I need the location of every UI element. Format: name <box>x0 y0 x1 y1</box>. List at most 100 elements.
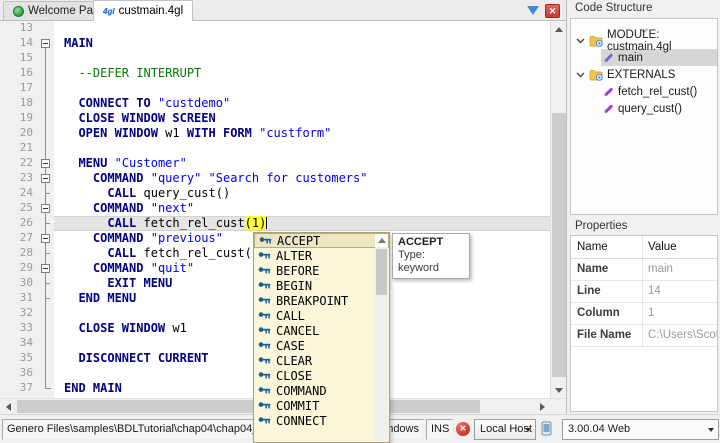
fold-marker <box>38 186 54 201</box>
code-token: CALL <box>107 246 136 260</box>
scroll-right-icon[interactable] <box>534 399 550 415</box>
host-selector[interactable]: Local Host <box>474 419 536 440</box>
tab-label: custmain.4gl <box>119 5 184 17</box>
close-tab-icon[interactable]: ✕ <box>545 4 560 18</box>
fold-marker[interactable] <box>38 201 54 216</box>
fold-marker[interactable] <box>38 261 54 276</box>
completion-item[interactable]: CLEAR <box>254 353 389 368</box>
line-number: 15 <box>0 51 38 66</box>
fold-marker[interactable] <box>38 231 54 246</box>
fold-marker[interactable] <box>38 156 54 171</box>
code-line[interactable]: 25 COMMAND "next" <box>0 201 550 216</box>
tab-custmain-4gl[interactable]: 4gl custmain.4gl <box>93 0 193 21</box>
horizontal-scroll-thumb[interactable] <box>17 400 480 413</box>
completion-item[interactable]: CONNECT <box>254 413 389 428</box>
code-token <box>64 246 107 260</box>
code-line[interactable]: 19 CLOSE WINDOW SCREEN <box>0 111 550 126</box>
error-icon[interactable]: ✕ <box>456 422 470 436</box>
code-line[interactable]: 20 OPEN WINDOW w1 WITH FORM "custform" <box>0 126 550 141</box>
code-token <box>64 126 78 140</box>
fold-marker <box>38 246 54 261</box>
key-icon <box>258 339 271 353</box>
line-number: 36 <box>0 366 38 381</box>
code-token: query_cust() <box>136 186 230 200</box>
expander-chevron-icon[interactable] <box>576 38 585 44</box>
code-token: DISCONNECT CURRENT <box>78 351 208 365</box>
property-row-name[interactable]: Namemain <box>571 259 717 281</box>
scroll-left-icon[interactable] <box>0 399 16 415</box>
code-line[interactable]: 15 <box>0 51 550 66</box>
code-line[interactable]: 14MAIN <box>0 36 550 51</box>
code-token <box>201 171 208 185</box>
code-token <box>64 321 78 335</box>
key-icon <box>258 294 271 308</box>
code-line[interactable]: 24 CALL query_cust() <box>0 186 550 201</box>
device-icon[interactable] <box>541 421 552 439</box>
code-line[interactable]: 13 <box>0 21 550 36</box>
editor-tab-bar: Welcome Page 4gl custmain.4gl ✕ <box>0 0 566 21</box>
vertical-scrollbar[interactable] <box>550 21 566 398</box>
code-line[interactable]: 23 COMMAND "query" "Search for customers… <box>0 171 550 186</box>
completion-label: BEGIN <box>276 279 312 293</box>
line-number: 17 <box>0 81 38 96</box>
code-structure-tree[interactable]: MODULE: custmain.4glmainEXTERNALSfetch_r… <box>570 18 718 215</box>
code-token: --DEFER INTERRUPT <box>78 66 201 80</box>
property-value: 14 <box>643 281 717 302</box>
fold-marker[interactable] <box>38 171 54 186</box>
completion-item[interactable]: BEGIN <box>254 278 389 293</box>
popup-scroll-up-icon[interactable] <box>375 234 388 247</box>
line-number: 26 <box>0 216 38 231</box>
code-token: COMMAND <box>93 201 144 215</box>
tree-item-label: query_cust() <box>618 103 682 115</box>
code-token <box>64 186 107 200</box>
line-number: 23 <box>0 171 38 186</box>
tree-item-externals[interactable]: EXTERNALS <box>571 66 717 83</box>
version-selector[interactable]: 3.00.04 Web <box>562 419 719 440</box>
completion-label: COMMAND <box>276 384 327 398</box>
property-row-file-name[interactable]: File NameC:\Users\Scot <box>571 325 717 347</box>
popup-scrollbar[interactable] <box>375 234 388 441</box>
completion-item[interactable]: ALTER <box>254 248 389 263</box>
completion-item[interactable]: CASE <box>254 338 389 353</box>
line-number: 30 <box>0 276 38 291</box>
completion-item[interactable]: CALL <box>254 308 389 323</box>
code-line[interactable]: 22 MENU "Customer" <box>0 156 550 171</box>
fold-marker[interactable] <box>38 36 54 51</box>
completion-item[interactable]: BEFORE <box>254 263 389 278</box>
property-row-column[interactable]: Column1 <box>571 303 717 325</box>
code-line[interactable]: 16 --DEFER INTERRUPT <box>0 66 550 81</box>
vertical-scroll-thumb[interactable] <box>552 113 566 377</box>
code-token <box>64 216 107 230</box>
fold-marker <box>38 291 54 306</box>
code-token: (1) <box>245 216 267 230</box>
code-line[interactable]: 17 <box>0 81 550 96</box>
completion-item[interactable]: CLOSE <box>254 368 389 383</box>
completion-item[interactable]: ACCEPT <box>254 233 389 248</box>
code-line[interactable]: 26 CALL fetch_rel_cust(1) <box>0 216 550 231</box>
code-line[interactable]: 21 <box>0 141 550 156</box>
code-line[interactable]: 18 CONNECT TO "custdemo" <box>0 96 550 111</box>
popup-scroll-thumb[interactable] <box>376 249 387 295</box>
tree-item-module-custmain-4gl[interactable]: MODULE: custmain.4gl <box>571 32 717 49</box>
property-row-line[interactable]: Line14 <box>571 281 717 303</box>
code-token: w1 <box>165 321 187 335</box>
tree-item-query-cust-[interactable]: query_cust() <box>601 100 717 117</box>
line-number: 18 <box>0 96 38 111</box>
completion-item[interactable]: COMMIT <box>254 398 389 413</box>
tab-list-filter-icon[interactable] <box>527 6 539 15</box>
property-name: Column <box>571 303 643 324</box>
line-number: 28 <box>0 246 38 261</box>
tree-item-fetch-rel-cust-[interactable]: fetch_rel_cust() <box>601 83 717 100</box>
completion-item[interactable]: CANCEL <box>254 323 389 338</box>
expander-chevron-icon[interactable] <box>576 72 585 78</box>
scroll-down-icon[interactable] <box>551 382 566 398</box>
function-pen-icon <box>603 103 614 114</box>
completion-item[interactable]: BREAKPOINT <box>254 293 389 308</box>
property-value: C:\Users\Scot <box>643 325 717 346</box>
completion-item[interactable]: COMMAND <box>254 383 389 398</box>
4gl-file-icon: 4gl <box>103 7 115 16</box>
code-structure-header: Code Structure <box>567 0 720 17</box>
code-token <box>64 171 93 185</box>
key-icon <box>258 384 271 398</box>
scroll-up-icon[interactable] <box>551 21 566 37</box>
